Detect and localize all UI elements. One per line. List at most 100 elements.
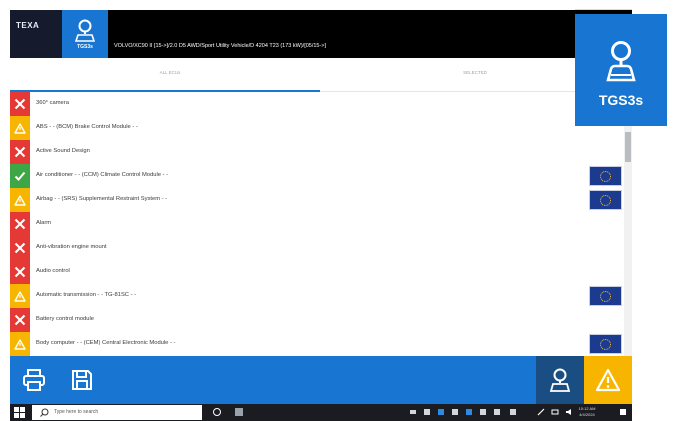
flag-stars <box>600 171 611 182</box>
warning-triangle-icon <box>14 194 26 206</box>
badge-label: TGS3s <box>598 92 644 108</box>
system-label: Airbag - - (SRS) Supplemental Restraint … <box>36 196 168 202</box>
system-label: Alarm <box>36 220 52 226</box>
tgs-search-icon <box>549 368 571 392</box>
scrollbar-thumb[interactable] <box>625 132 631 162</box>
save-icon <box>72 370 92 390</box>
tray-icon[interactable] <box>408 407 418 417</box>
check-icon <box>14 171 26 181</box>
texa-logo: TEXA <box>10 10 62 58</box>
flag-stars <box>600 339 611 350</box>
system-row[interactable]: ABS - - (BCM) Brake Control Module - - <box>10 116 622 140</box>
tray-icon[interactable] <box>422 407 432 417</box>
system-row[interactable]: Air conditioner - - (CCM) Climate Contro… <box>10 164 622 188</box>
network-icon[interactable] <box>550 407 560 417</box>
bottom-toolbar <box>10 356 632 404</box>
system-row[interactable]: Alarm <box>10 212 622 236</box>
system-row[interactable]: Airbag - - (SRS) Supplemental Restraint … <box>10 188 622 212</box>
app-header: TEXA TGS3s VOLVO/XC90 II [15->]/2.0 D5 A… <box>10 10 632 58</box>
tgs-search-icon <box>74 19 96 42</box>
search-placeholder: Type here to search <box>54 409 99 415</box>
system-label: Automatic transmission - - TG-81SC - - <box>36 292 137 298</box>
system-row[interactable]: Audio control <box>10 260 622 284</box>
volume-icon[interactable] <box>564 407 574 417</box>
tgs3s-badge: TGS3s <box>575 14 667 126</box>
save-button[interactable] <box>64 362 100 398</box>
error-x-icon <box>14 218 26 230</box>
status-indicator <box>10 212 30 236</box>
tab-all-ecus[interactable]: ALL ECUs <box>100 70 240 75</box>
status-indicator <box>10 92 30 116</box>
system-row[interactable]: Anti-vibration engine mount <box>10 236 622 260</box>
tray-clock[interactable]: 10:12 AM 4/4/2024 <box>576 406 598 418</box>
tray-icon[interactable] <box>450 407 460 417</box>
eu-flag-icon <box>589 166 622 186</box>
system-row[interactable]: Battery control module <box>10 308 622 332</box>
error-x-icon <box>14 98 26 110</box>
tgs-small-label: TGS3s <box>77 44 93 50</box>
tray-icon[interactable] <box>492 407 502 417</box>
tab-bar: ALL ECUs SELECTED <box>10 58 632 92</box>
system-label: Anti-vibration engine mount <box>36 244 107 250</box>
search-icon <box>40 408 49 417</box>
system-label: ABS - - (BCM) Brake Control Module - - <box>36 124 138 130</box>
tray-icon[interactable] <box>536 407 546 417</box>
warning-triangle-icon <box>14 338 26 350</box>
status-indicator <box>10 332 30 356</box>
flag-stars <box>600 291 611 302</box>
task-view-icon[interactable] <box>212 407 222 417</box>
printer-icon <box>23 369 45 391</box>
system-row[interactable]: 360° camera <box>10 92 622 116</box>
notifications-icon[interactable] <box>618 407 628 417</box>
system-label: 360° camera <box>36 100 69 106</box>
system-row[interactable]: Body computer - - (CEM) Central Electron… <box>10 332 622 356</box>
logo-text: TEXA <box>16 21 40 30</box>
eu-flag-icon <box>589 286 622 306</box>
warning-triangle-icon <box>14 290 26 302</box>
tgs3s-car-search-icon <box>606 41 636 82</box>
print-button[interactable] <box>16 362 52 398</box>
eu-flag-icon <box>589 334 622 354</box>
tray-icon[interactable] <box>464 407 474 417</box>
warning-icon <box>595 368 621 392</box>
status-indicator <box>10 284 30 308</box>
status-indicator <box>10 164 30 188</box>
eu-flag-icon <box>589 190 622 210</box>
system-label: Active Sound Design <box>36 148 90 154</box>
system-row[interactable]: Active Sound Design <box>10 140 622 164</box>
tray-icon[interactable] <box>478 407 488 417</box>
error-x-icon <box>14 242 26 254</box>
system-label: Battery control module <box>36 316 94 322</box>
status-indicator <box>10 260 30 284</box>
badge-separator <box>575 9 632 10</box>
status-indicator <box>10 308 30 332</box>
status-indicator <box>10 140 30 164</box>
status-indicator <box>10 236 30 260</box>
warning-button[interactable] <box>584 356 632 404</box>
flag-stars <box>600 195 611 206</box>
tgs-button[interactable]: TGS3s <box>62 10 108 58</box>
taskbar-search[interactable]: Type here to search <box>32 405 202 420</box>
tray-date: 4/4/2024 <box>579 412 595 417</box>
scrollbar[interactable] <box>624 92 632 356</box>
status-indicator <box>10 188 30 212</box>
warning-triangle-icon <box>14 122 26 134</box>
windows-taskbar: Type here to search 10:12 AM 4/4/2024 <box>10 404 632 421</box>
texa-app-icon[interactable] <box>234 407 244 417</box>
status-indicator <box>10 116 30 140</box>
tgs-scan-button[interactable] <box>536 356 584 404</box>
tray-icon[interactable] <box>436 407 446 417</box>
system-row[interactable]: Automatic transmission - - TG-81SC - - <box>10 284 622 308</box>
error-x-icon <box>14 146 26 158</box>
windows-start-icon[interactable] <box>14 407 25 418</box>
error-x-icon <box>14 314 26 326</box>
tray-icon[interactable] <box>508 407 518 417</box>
system-list: Body computer - - (CEM) Central Electron… <box>10 92 632 356</box>
tab-selected[interactable]: SELECTED <box>410 70 540 75</box>
app-window: TEXA TGS3s VOLVO/XC90 II [15->]/2.0 D5 A… <box>10 10 632 421</box>
error-x-icon <box>14 266 26 278</box>
system-label: Audio control <box>36 268 70 274</box>
system-label: Body computer - - (CEM) Central Electron… <box>36 340 176 346</box>
system-label: Air conditioner - - (CCM) Climate Contro… <box>36 172 169 178</box>
vehicle-description: VOLVO/XC90 II [15->]/2.0 D5 AWD/Sport Ut… <box>114 43 327 49</box>
